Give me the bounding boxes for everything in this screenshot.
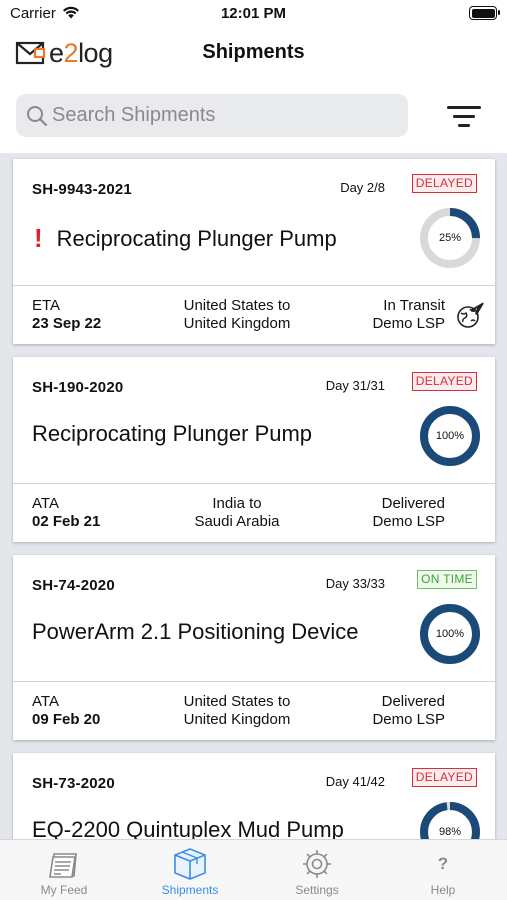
tab-my-feed[interactable]: My Feed: [9, 846, 119, 898]
route-destination: United Kingdom: [183, 315, 291, 332]
tab-shipments[interactable]: Shipments: [135, 846, 245, 898]
route-destination: United Kingdom: [183, 711, 291, 728]
shipment-state: Delivered: [381, 495, 445, 512]
shipment-day: Day 31/31: [325, 378, 385, 393]
shipment-card[interactable]: SH-190-2020 Day 31/31 DELAYED Reciprocat…: [13, 357, 495, 542]
progress-donut: 100%: [419, 405, 481, 467]
shipment-id: SH-190-2020: [32, 379, 124, 396]
date-value: 02 Feb 21: [32, 513, 101, 530]
provider-name: Demo LSP: [372, 711, 445, 728]
shipment-card[interactable]: SH-9943-2021 Day 2/8 DELAYED ! Reciproca…: [13, 159, 495, 344]
page-title: Shipments: [202, 41, 305, 63]
status-bar: Carrier 12:01 PM: [0, 0, 507, 28]
date-label: ATA: [32, 693, 59, 710]
status-badge: DELAYED: [411, 768, 477, 787]
nav-bar: e2log Shipments: [0, 28, 507, 78]
tab-help[interactable]: ? Help: [388, 846, 498, 898]
shipment-name: EQ-2200 Quintuplex Mud Pump: [32, 817, 344, 839]
filter-button[interactable]: [447, 103, 481, 129]
date-value: 23 Sep 22: [32, 315, 102, 332]
progress-donut: 25%: [419, 207, 481, 269]
progress-label: 100%: [435, 628, 465, 640]
box-icon: [174, 848, 206, 880]
date-label: ATA: [32, 495, 59, 512]
clock: 12:01 PM: [220, 5, 287, 22]
shipment-day: Day 41/42: [325, 774, 385, 789]
progress-donut: 98%: [419, 801, 481, 839]
feed-icon: [49, 853, 77, 878]
status-badge: DELAYED: [411, 174, 477, 193]
search-input[interactable]: [52, 94, 402, 137]
tab-bar: My Feed Shipments Settings ? Help: [0, 839, 507, 900]
plane-globe-icon: [457, 302, 484, 328]
tab-label: Shipments: [161, 883, 219, 897]
shipment-name: Reciprocating Plunger Pump: [32, 421, 313, 446]
status-badge: DELAYED: [411, 372, 477, 391]
tab-label: My Feed: [40, 883, 88, 897]
provider-name: Demo LSP: [372, 315, 445, 332]
filter-icon: [447, 106, 481, 109]
shipment-id: SH-73-2020: [32, 775, 115, 792]
shipment-id: SH-9943-2021: [32, 181, 132, 198]
shipment-day: Day 2/8: [340, 180, 385, 195]
help-icon: ?: [437, 854, 449, 873]
route-origin: India to: [212, 495, 262, 512]
shipment-card[interactable]: SH-73-2020 Day 41/42 DELAYED EQ-2200 Qui…: [13, 753, 495, 839]
tab-label: Help: [430, 883, 456, 897]
route-origin: United States to: [183, 693, 291, 710]
progress-donut: 100%: [419, 603, 481, 665]
shipment-id: SH-74-2020: [32, 577, 115, 594]
shipment-name: Reciprocating Plunger Pump: [56, 225, 337, 251]
status-badge: ON TIME: [417, 570, 477, 589]
alert-icon: !: [34, 223, 43, 253]
shipment-list[interactable]: SH-9943-2021 Day 2/8 DELAYED ! Reciproca…: [0, 153, 507, 839]
route-destination: Saudi Arabia: [194, 513, 280, 530]
shipment-state: Delivered: [381, 693, 445, 710]
route-origin: United States to: [183, 297, 291, 314]
provider-name: Demo LSP: [372, 513, 445, 530]
tab-settings[interactable]: Settings: [262, 846, 372, 898]
date-value: 09 Feb 20: [32, 711, 101, 728]
date-label: ETA: [32, 297, 61, 314]
progress-label: 100%: [435, 430, 465, 442]
search-icon: [27, 106, 48, 127]
shipment-day: Day 33/33: [325, 576, 385, 591]
battery-icon: [469, 6, 500, 20]
progress-label: 25%: [438, 232, 462, 244]
shipment-state: In Transit: [383, 297, 445, 314]
tab-label: Settings: [295, 883, 339, 897]
search-box[interactable]: [16, 94, 408, 137]
gear-icon: [303, 850, 331, 878]
progress-label: 98%: [438, 826, 462, 838]
shipment-name: PowerArm 2.1 Positioning Device: [32, 619, 359, 644]
shipment-card[interactable]: SH-74-2020 Day 33/33 ON TIME PowerArm 2.…: [13, 555, 495, 740]
search-row: [0, 84, 507, 150]
